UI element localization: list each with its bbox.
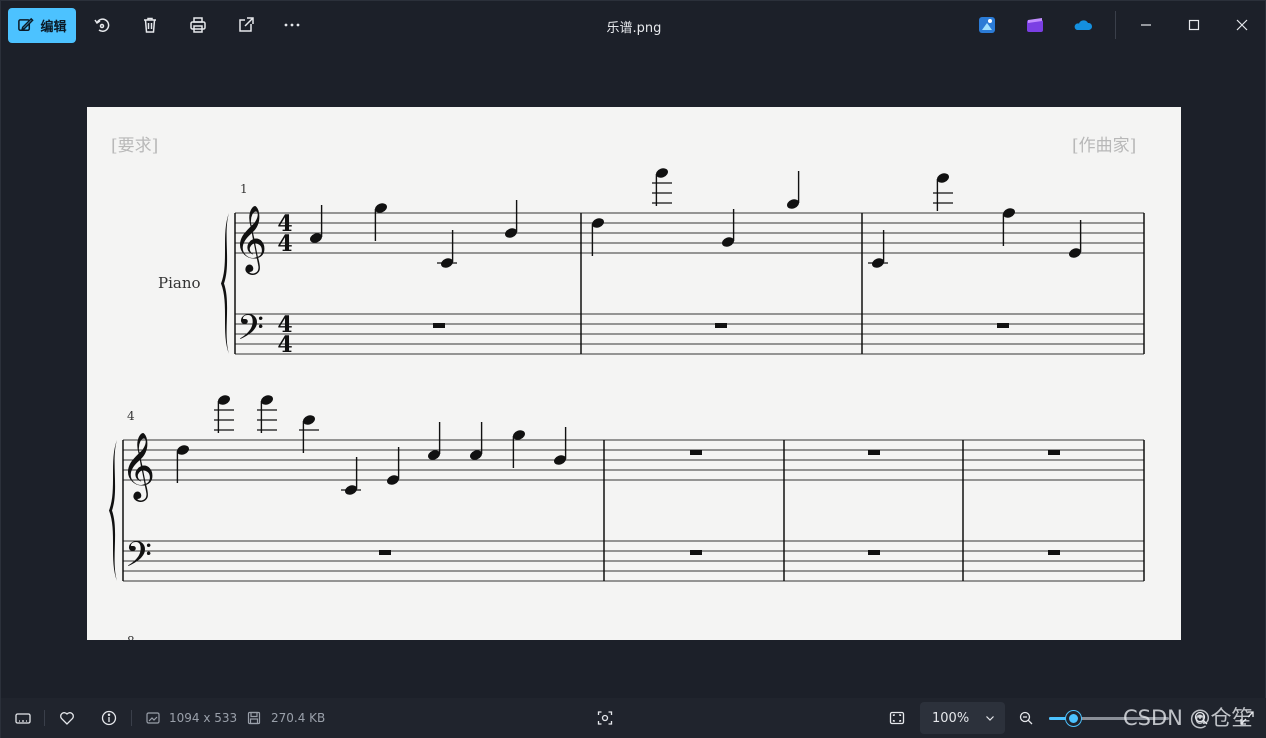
composer-label: [作曲家]: [1072, 136, 1137, 156]
close-button[interactable]: [1230, 13, 1254, 37]
share-button[interactable]: [234, 13, 258, 37]
measure-number: 4: [127, 409, 135, 423]
onedrive-icon[interactable]: [1073, 15, 1093, 35]
time-signature-bottom: 4: [277, 231, 292, 257]
edit-button[interactable]: 编辑: [8, 8, 76, 43]
whole-rest: [433, 323, 445, 328]
heart-icon: [60, 712, 74, 725]
zoom-out-button[interactable]: [1016, 708, 1036, 728]
brace: [109, 440, 117, 581]
rotate-icon: [94, 18, 110, 32]
watermark: CSDN @仓笙: [1123, 706, 1253, 730]
whole-rest: [868, 550, 880, 555]
whole-rest: [1048, 450, 1060, 455]
whole-rest: [715, 323, 727, 328]
whole-rest: [379, 550, 391, 555]
whole-rest: [690, 450, 702, 455]
filmstrip-icon: [15, 713, 31, 724]
minimize-button[interactable]: [1134, 13, 1158, 37]
photo-editor-icon[interactable]: [977, 15, 997, 35]
measure-number: 8: [127, 634, 135, 640]
displayed-image[interactable]: 𝄞𝄢4444Piano1𝄞𝄢48 [要求] [作曲家]: [87, 107, 1181, 640]
edit-image-icon: [18, 17, 35, 31]
measure-number: 1: [240, 182, 248, 196]
zoom-slider-thumb[interactable]: [1066, 711, 1081, 726]
status-bar: 1094 x 533 270.4 KB 100%: [1, 698, 1266, 738]
file-size: 270.4 KB: [271, 711, 326, 725]
delete-button[interactable]: [138, 13, 162, 37]
treble-clef: 𝄞: [233, 204, 267, 275]
brace: [221, 213, 229, 354]
info-icon: [101, 710, 117, 726]
visual-search-icon: [597, 711, 613, 725]
more-options-button[interactable]: [280, 13, 304, 37]
treble-clef: 𝄞: [121, 431, 155, 502]
maximize-button[interactable]: [1182, 13, 1206, 37]
file-info-button[interactable]: [99, 708, 119, 728]
filmstrip-button[interactable]: [13, 708, 33, 728]
window-title: 乐谱.png: [606, 21, 662, 36]
bass-clef: 𝄢: [125, 534, 152, 583]
visual-search-button[interactable]: [595, 708, 615, 728]
image-dimensions: 1094 x 533: [169, 711, 238, 725]
status-divider: [44, 710, 45, 726]
more-icon: [284, 23, 300, 27]
whole-rest: [868, 450, 880, 455]
whole-rest: [997, 323, 1009, 328]
title-bar: 编辑 乐谱.png: [1, 1, 1266, 49]
favorite-button[interactable]: [57, 708, 77, 728]
print-icon: [190, 17, 206, 33]
fit-window-icon: [889, 711, 905, 725]
rotate-button[interactable]: [90, 13, 114, 37]
chevron-down-icon: [986, 716, 995, 721]
file-size-icon: [244, 708, 264, 728]
close-icon: [1236, 19, 1248, 31]
whole-rest: [690, 550, 702, 555]
share-icon: [239, 17, 254, 32]
whole-rest: [1048, 550, 1060, 555]
fit-to-window-button[interactable]: [887, 708, 907, 728]
status-divider: [131, 710, 132, 726]
maximize-icon: [1188, 19, 1200, 31]
zoom-value: 100%: [932, 710, 970, 726]
sheet-music: 𝄞𝄢4444Piano1𝄞𝄢48: [109, 168, 1145, 640]
time-signature-bottom: 4: [277, 332, 292, 358]
edit-label: 编辑: [40, 20, 67, 35]
zoom-dropdown[interactable]: 100%: [920, 702, 1005, 734]
dimensions-icon: [143, 708, 163, 728]
delete-icon: [144, 17, 156, 33]
clipchamp-icon[interactable]: [1025, 15, 1045, 35]
photos-window: 编辑 乐谱.png 𝄞 𝄢 4 4 4 4 Piano 1 𝄞 𝄢 4 [要求]…: [0, 0, 1266, 738]
instrument-label: Piano: [158, 274, 201, 292]
print-button[interactable]: [186, 13, 210, 37]
minimize-icon: [1141, 24, 1151, 26]
bass-clef: 𝄢: [237, 307, 264, 356]
requirement-label: [要求]: [111, 136, 159, 156]
zoom-out-icon: [1019, 711, 1033, 725]
title-divider: [1115, 11, 1116, 39]
